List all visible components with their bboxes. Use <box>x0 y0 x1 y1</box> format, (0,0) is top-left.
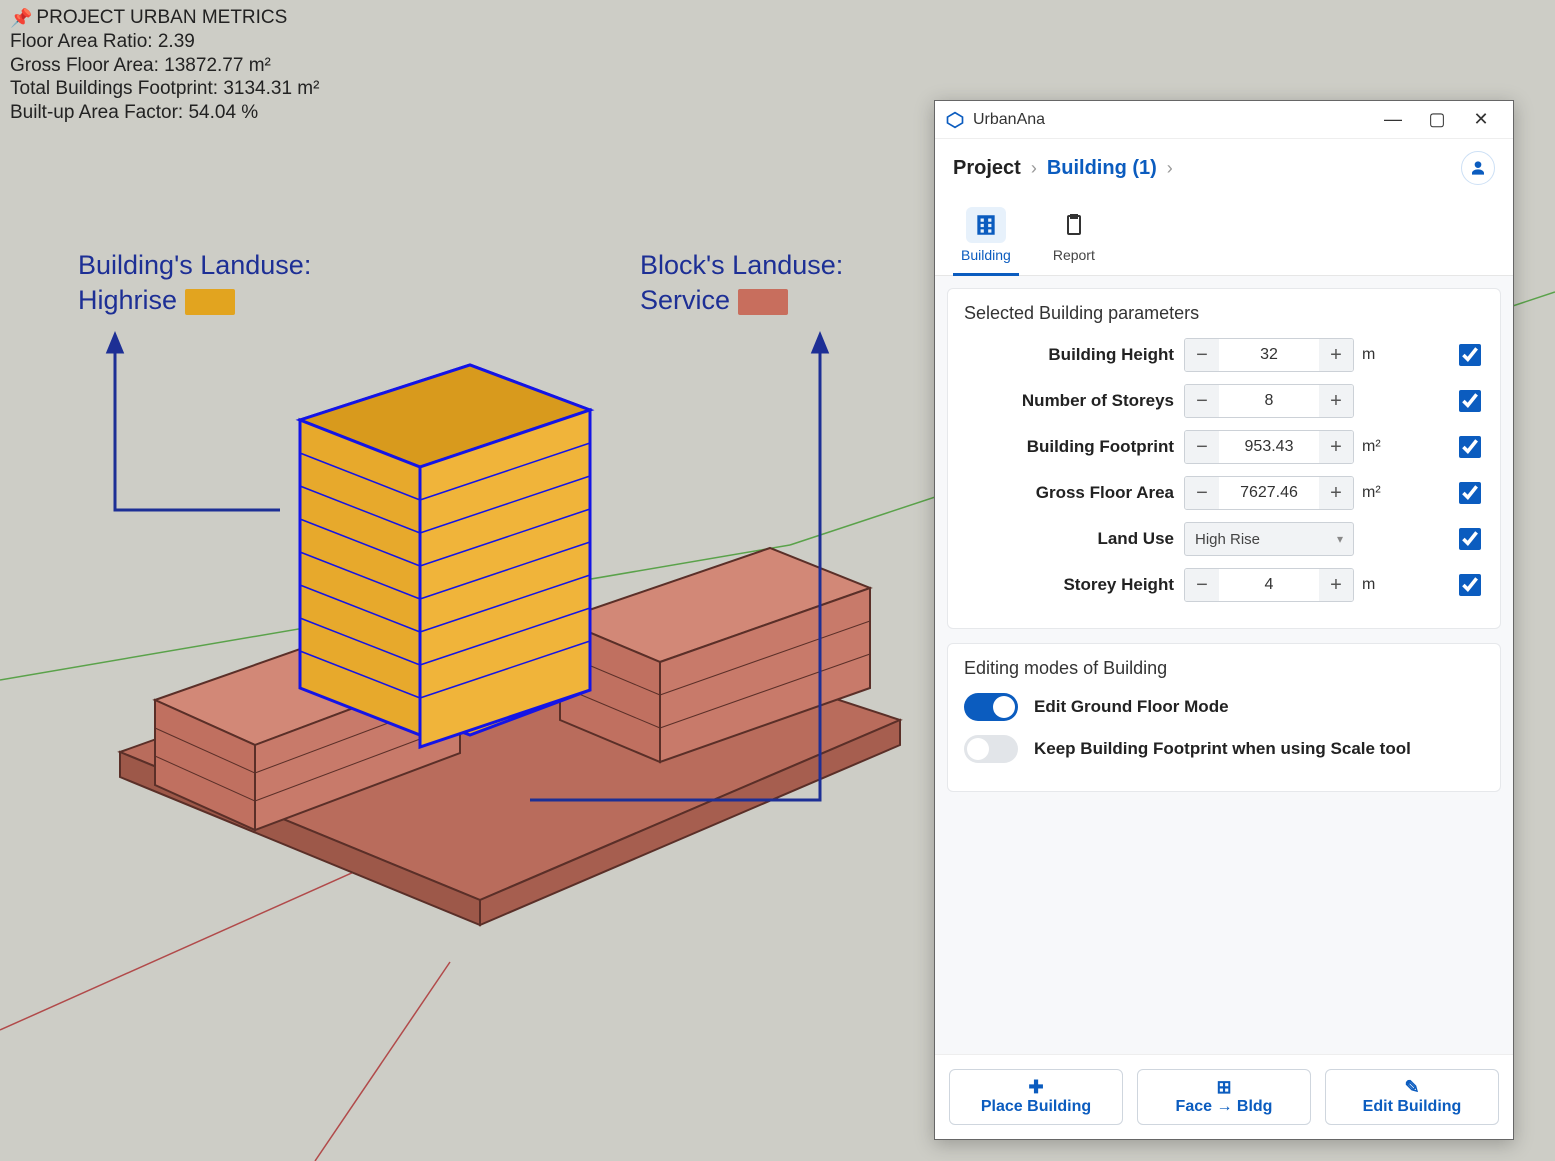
checkbox-gfa[interactable] <box>1459 482 1481 504</box>
highrise-building[interactable] <box>300 365 590 747</box>
decrement-button[interactable]: − <box>1185 431 1219 463</box>
row-number-of-storeys: Number of Storeys − + <box>964 384 1484 418</box>
toggle-keep-footprint[interactable] <box>964 735 1018 763</box>
breadcrumb-current[interactable]: Building (1) <box>1047 157 1157 180</box>
chevron-down-icon: ▾ <box>1337 532 1343 546</box>
annotation-block-landuse: Block's Landuse: Service <box>640 248 843 318</box>
close-button[interactable]: ✕ <box>1459 109 1503 130</box>
decrement-button[interactable]: − <box>1185 385 1219 417</box>
increment-button[interactable]: + <box>1319 431 1353 463</box>
stepper-building-height[interactable]: − + <box>1184 338 1354 372</box>
annotation-building-landuse: Building's Landuse: Highrise <box>78 248 311 318</box>
panel-titlebar[interactable]: UrbanAna — ▢ ✕ <box>935 101 1513 139</box>
decrement-button[interactable]: − <box>1185 477 1219 509</box>
checkbox-building-height[interactable] <box>1459 344 1481 366</box>
tabs: Building Report <box>935 191 1513 276</box>
place-building-button[interactable]: ✚ Place Building <box>949 1069 1123 1125</box>
increment-button[interactable]: + <box>1319 385 1353 417</box>
chevron-right-icon: › <box>1167 158 1173 179</box>
toggle-edit-ground-floor[interactable] <box>964 693 1018 721</box>
row-building-height: Building Height − + m <box>964 338 1484 372</box>
maximize-button[interactable]: ▢ <box>1415 109 1459 130</box>
checkbox-land-use[interactable] <box>1459 528 1481 550</box>
params-title: Selected Building parameters <box>964 303 1484 324</box>
row-storey-height: Storey Height − + m <box>964 568 1484 602</box>
increment-button[interactable]: + <box>1319 339 1353 371</box>
stepper-footprint[interactable]: − + <box>1184 430 1354 464</box>
card-building-parameters: Selected Building parameters Building He… <box>947 288 1501 629</box>
face-icon: ⊞ <box>1216 1078 1231 1096</box>
checkbox-footprint[interactable] <box>1459 436 1481 458</box>
building-icon <box>966 207 1006 243</box>
checkbox-storeys[interactable] <box>1459 390 1481 412</box>
decrement-button[interactable]: − <box>1185 339 1219 371</box>
metrics-title: PROJECT URBAN METRICS <box>36 6 287 30</box>
decrement-button[interactable]: − <box>1185 569 1219 601</box>
app-name: UrbanAna <box>973 111 1371 129</box>
input-storeys[interactable] <box>1219 385 1319 417</box>
checkbox-storey-height[interactable] <box>1459 574 1481 596</box>
plus-icon: ✚ <box>1028 1078 1043 1096</box>
swatch-highrise <box>185 289 235 315</box>
user-avatar-button[interactable] <box>1461 151 1495 185</box>
pin-icon: 📌 <box>10 7 32 30</box>
face-to-bldg-button[interactable]: ⊞ Face → Bldg <box>1137 1069 1311 1125</box>
select-land-use[interactable]: High Rise ▾ <box>1184 522 1354 556</box>
row-building-footprint: Building Footprint − + m² <box>964 430 1484 464</box>
swatch-service <box>738 289 788 315</box>
panel-footer: ✚ Place Building ⊞ Face → Bldg ✎ Edit Bu… <box>935 1054 1513 1139</box>
modes-title: Editing modes of Building <box>964 658 1484 679</box>
breadcrumb-root[interactable]: Project <box>953 157 1021 180</box>
row-land-use: Land Use High Rise ▾ <box>964 522 1484 556</box>
input-storey-height[interactable] <box>1219 569 1319 601</box>
input-building-height[interactable] <box>1219 339 1319 371</box>
input-gfa[interactable] <box>1219 477 1319 509</box>
row-gross-floor-area: Gross Floor Area − + m² <box>964 476 1484 510</box>
stepper-gfa[interactable]: − + <box>1184 476 1354 510</box>
tab-building[interactable]: Building <box>953 201 1019 276</box>
breadcrumb: Project › Building (1) › <box>935 139 1513 191</box>
urbanana-panel: UrbanAna — ▢ ✕ Project › Building (1) › … <box>934 100 1514 1140</box>
increment-button[interactable]: + <box>1319 569 1353 601</box>
report-icon <box>1054 207 1094 243</box>
stepper-storeys[interactable]: − + <box>1184 384 1354 418</box>
chevron-right-icon: › <box>1031 158 1037 179</box>
card-editing-modes: Editing modes of Building Edit Ground Fl… <box>947 643 1501 792</box>
edit-building-button[interactable]: ✎ Edit Building <box>1325 1069 1499 1125</box>
stepper-storey-height[interactable]: − + <box>1184 568 1354 602</box>
increment-button[interactable]: + <box>1319 477 1353 509</box>
input-footprint[interactable] <box>1219 431 1319 463</box>
tab-report[interactable]: Report <box>1045 201 1103 275</box>
app-logo-icon <box>945 110 965 130</box>
user-icon <box>1470 160 1486 176</box>
pencil-icon: ✎ <box>1404 1078 1419 1096</box>
project-metrics-overlay: 📌PROJECT URBAN METRICS Floor Area Ratio:… <box>10 6 319 125</box>
minimize-button[interactable]: — <box>1371 109 1415 130</box>
